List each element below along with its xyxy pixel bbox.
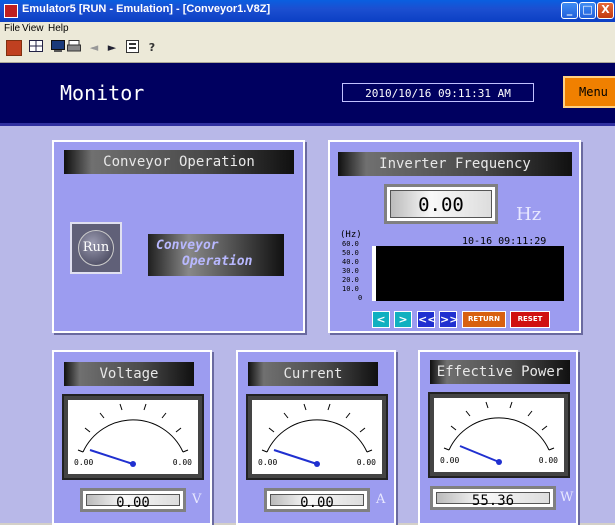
datetime-display: 2010/10/16 09:11:31 AM	[342, 83, 534, 102]
menu-button[interactable]: Menu	[563, 76, 615, 108]
help-icon[interactable]: ?	[144, 40, 160, 56]
trend-nav: < > << >> RETURN RESET	[370, 311, 570, 328]
y-tick: 60.0	[342, 240, 359, 248]
monitor-area: Conveyor Operation Run Conveyor Operatio…	[0, 126, 615, 525]
minimize-button[interactable]: _	[561, 2, 578, 19]
voltage-label: Voltage	[64, 362, 194, 386]
current-max: 0.00	[356, 458, 376, 467]
trend-unit: (Hz)	[340, 230, 362, 240]
grid-icon[interactable]	[28, 40, 44, 56]
voltage-max: 0.00	[172, 458, 192, 467]
run-button[interactable]: Run	[70, 222, 122, 274]
power-value: 55.36	[436, 492, 550, 509]
return-button[interactable]: RETURN	[462, 311, 506, 328]
status-line-2: Operation	[182, 254, 253, 269]
monitor-header: Monitor 2010/10/16 09:11:31 AM Menu	[0, 63, 615, 126]
trend-graph	[372, 246, 564, 301]
voltage-unit: V	[192, 492, 202, 507]
menu-view[interactable]: View	[22, 23, 44, 34]
display-icon[interactable]	[124, 40, 140, 56]
voltage-min: 0.00	[74, 458, 94, 467]
screen-icon[interactable]	[50, 40, 66, 56]
power-unit: W	[560, 490, 574, 505]
current-panel: Current 0.00 0.00 0.00 A	[236, 350, 396, 525]
y-tick: 10.0	[342, 285, 359, 293]
next-button[interactable]: >	[394, 311, 412, 328]
current-label: Current	[248, 362, 378, 386]
inverter-value-display: 0.00	[384, 184, 498, 224]
power-min: 0.00	[440, 456, 460, 465]
conveyor-panel: Conveyor Operation Run Conveyor Operatio…	[52, 140, 305, 333]
inverter-unit: Hz	[516, 204, 542, 225]
power-meter: 0.00 0.00	[428, 392, 570, 478]
menu-help[interactable]: Help	[48, 23, 69, 34]
power-panel: Effective Power 0.00 0.00 55.36 W	[418, 350, 578, 525]
voltage-panel: Voltage 0.00 0.00 0.00 V	[52, 350, 212, 525]
toolbar: ◄ ► ?	[0, 36, 615, 63]
menu-bar: File View Help	[0, 22, 615, 36]
maximize-button[interactable]: □	[579, 2, 596, 19]
conveyor-label: Conveyor Operation	[64, 150, 294, 174]
current-value-display: 0.00	[264, 488, 370, 512]
voltage-meter: 0.00 0.00	[62, 394, 204, 480]
prev-icon[interactable]: ◄	[86, 40, 102, 56]
last-button[interactable]: >>	[439, 311, 458, 328]
menu-file[interactable]: File	[4, 23, 20, 34]
conveyor-status: Conveyor Operation	[148, 234, 284, 276]
voltage-value-display: 0.00	[80, 488, 186, 512]
power-label: Effective Power	[430, 360, 570, 384]
inverter-value: 0.00	[390, 190, 492, 218]
power-max: 0.00	[538, 456, 558, 465]
next-icon[interactable]: ►	[104, 40, 120, 56]
run-icon[interactable]	[6, 40, 22, 56]
first-button[interactable]: <<	[417, 311, 436, 328]
app-icon	[4, 4, 18, 18]
y-tick: 30.0	[342, 267, 359, 275]
title-bar: Emulator5 [RUN - Emulation] - [Conveyor1…	[0, 0, 615, 22]
current-meter: 0.00 0.00	[246, 394, 388, 480]
close-button[interactable]: X	[597, 2, 614, 19]
window-title: Emulator5 [RUN - Emulation] - [Conveyor1…	[22, 3, 271, 15]
y-tick: 50.0	[342, 249, 359, 257]
trend-y-axis: 60.0 50.0 40.0 30.0 20.0 10.0 0	[340, 240, 372, 304]
run-button-label: Run	[78, 230, 114, 266]
voltage-value: 0.00	[86, 494, 180, 511]
y-tick: 0	[358, 294, 363, 302]
y-tick: 40.0	[342, 258, 359, 266]
status-line-1: Conveyor	[156, 238, 219, 253]
current-value: 0.00	[270, 494, 364, 511]
inverter-label: Inverter Frequency	[338, 152, 572, 176]
y-tick: 20.0	[342, 276, 359, 284]
prev-button[interactable]: <	[372, 311, 390, 328]
page-title: Monitor	[60, 81, 145, 105]
reset-button[interactable]: RESET	[510, 311, 550, 328]
power-value-display: 55.36	[430, 486, 556, 510]
inverter-panel: Inverter Frequency 0.00 Hz (Hz) 10-16 09…	[328, 140, 581, 333]
current-min: 0.00	[258, 458, 278, 467]
print-icon[interactable]	[66, 40, 82, 56]
current-unit: A	[376, 492, 386, 507]
